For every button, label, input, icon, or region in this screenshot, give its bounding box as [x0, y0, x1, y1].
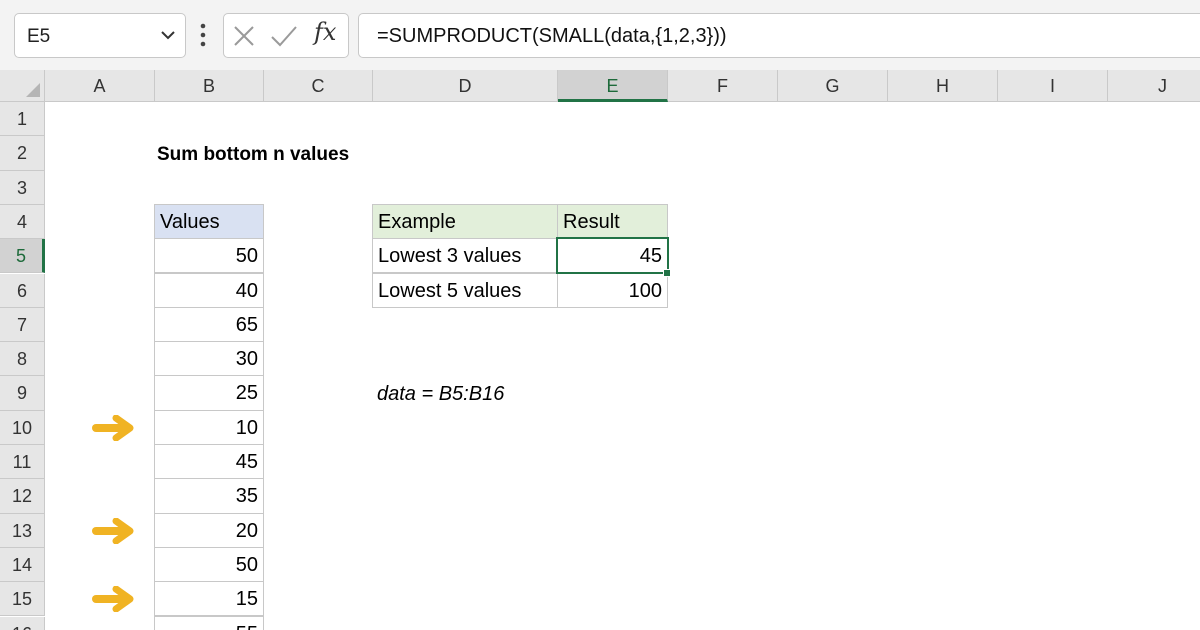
values-cell[interactable]: 40	[154, 272, 264, 308]
arrow-right-icon	[92, 586, 134, 613]
row-header-8[interactable]: 8	[0, 342, 45, 377]
row-header-4[interactable]: 4	[0, 204, 45, 240]
row-header-6[interactable]: 6	[0, 273, 45, 308]
checkmark-icon[interactable]	[270, 24, 298, 48]
row-header-13[interactable]: 13	[0, 513, 45, 548]
example-cell[interactable]: Lowest 5 values	[372, 272, 558, 308]
result-cell[interactable]: 100	[557, 272, 668, 308]
row-header-14[interactable]: 14	[0, 547, 45, 583]
values-cell[interactable]: 25	[154, 375, 264, 411]
named-range-note[interactable]: data = B5:B16	[377, 377, 504, 411]
formula-actions: fx	[223, 13, 349, 58]
formula-bar: E5 fx =SUMPRODUCT(SMALL(data,{1,2,3}))	[0, 0, 1200, 70]
fill-handle[interactable]	[663, 268, 671, 277]
select-all-button[interactable]	[0, 70, 45, 102]
column-header-d[interactable]: D	[373, 70, 558, 102]
column-header-c[interactable]: C	[264, 70, 373, 102]
row-header-16[interactable]: 16	[0, 616, 45, 630]
select-all-triangle-icon	[26, 83, 40, 97]
values-cell[interactable]: 50	[154, 238, 264, 274]
column-header-b[interactable]: B	[155, 70, 264, 102]
row-header-1[interactable]: 1	[0, 102, 45, 137]
values-cell[interactable]: 35	[154, 478, 264, 514]
formula-input[interactable]: =SUMPRODUCT(SMALL(data,{1,2,3}))	[358, 13, 1200, 58]
result-header[interactable]: Result	[557, 203, 668, 240]
result-cell[interactable]: 45	[557, 238, 668, 274]
values-cell[interactable]: 55	[154, 615, 264, 630]
worksheet-grid[interactable]: ABCDEFGHIJ 12345678910111213141516 Sum b…	[0, 70, 1200, 630]
column-header-a[interactable]: A	[45, 70, 155, 102]
row-header-11[interactable]: 11	[0, 445, 45, 480]
row-header-7[interactable]: 7	[0, 307, 45, 343]
row-header-9[interactable]: 9	[0, 376, 45, 411]
column-header-j[interactable]: J	[1108, 70, 1200, 102]
column-header-i[interactable]: I	[998, 70, 1108, 102]
arrow-right-icon	[92, 517, 134, 544]
values-header[interactable]: Values	[154, 203, 264, 240]
row-header-12[interactable]: 12	[0, 479, 45, 514]
name-box[interactable]: E5	[14, 13, 186, 58]
chevron-down-icon[interactable]	[160, 27, 176, 43]
example-cell[interactable]: Lowest 3 values	[372, 238, 558, 274]
sheet-title[interactable]: Sum bottom n values	[157, 138, 349, 172]
column-header-g[interactable]: G	[778, 70, 888, 102]
values-cell[interactable]: 50	[154, 546, 264, 583]
column-header-f[interactable]: F	[668, 70, 778, 102]
cancel-icon[interactable]	[233, 25, 255, 47]
more-options-icon[interactable]	[197, 22, 209, 50]
row-header-10[interactable]: 10	[0, 410, 45, 445]
formula-text: =SUMPRODUCT(SMALL(data,{1,2,3}))	[377, 25, 727, 47]
values-cell[interactable]: 30	[154, 341, 264, 377]
column-header-e[interactable]: E	[558, 70, 668, 102]
values-cell[interactable]: 10	[154, 409, 264, 445]
insert-function-icon[interactable]: fx	[314, 18, 344, 54]
column-header-h[interactable]: H	[888, 70, 998, 102]
arrow-right-icon	[92, 414, 134, 441]
row-header-5[interactable]: 5	[0, 239, 45, 274]
row-header-15[interactable]: 15	[0, 582, 45, 617]
example-header[interactable]: Example	[372, 203, 558, 240]
row-header-2[interactable]: 2	[0, 136, 45, 171]
values-cell[interactable]: 20	[154, 512, 264, 548]
name-box-value: E5	[27, 26, 51, 47]
row-header-3[interactable]: 3	[0, 170, 45, 205]
values-cell[interactable]: 45	[154, 444, 264, 480]
values-cell[interactable]: 15	[154, 581, 264, 617]
values-cell[interactable]: 65	[154, 306, 264, 343]
